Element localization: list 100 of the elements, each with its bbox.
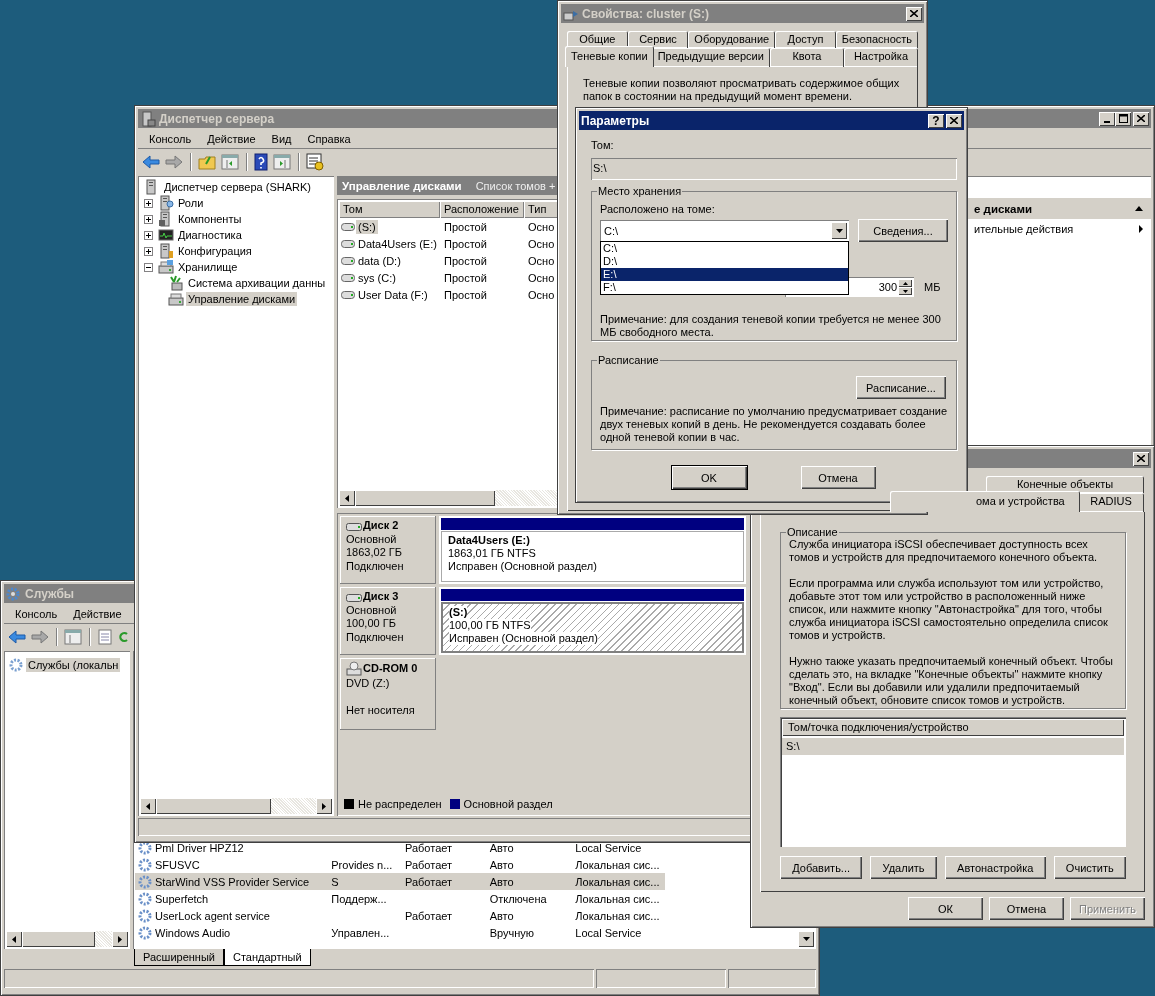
expand-button[interactable] [144,230,153,240]
volume-name[interactable]: (S:) [356,219,378,234]
tab[interactable]: Конечные объекты [986,476,1144,493]
table-cell: SFUSVC [155,858,200,871]
tab[interactable]: Стандартный [224,949,311,966]
scroll-right-button[interactable] [316,798,332,814]
volume-combobox[interactable]: C:\ [600,220,849,241]
menu-item[interactable]: Действие [65,605,130,622]
close-button[interactable] [1133,451,1149,466]
list-row[interactable]: S:\ [782,738,1124,755]
service-row[interactable]: UserLock agent service Работает Авто Локальная сис... [135,907,665,924]
dropdown-option[interactable]: D:\ [601,255,848,268]
tree-item[interactable]: Диагностика [176,228,244,242]
action-item[interactable]: ительные действия [962,219,1151,239]
tab[interactable]: Оборудование [688,31,776,48]
schedule-button[interactable]: Расписание... [856,376,946,399]
volume-name[interactable]: sys (C:) [356,270,398,285]
arrow-right-icon [118,935,122,943]
details-button[interactable]: Сведения... [858,219,948,242]
tab[interactable]: Безопасность [835,31,918,48]
action-button[interactable]: Автонастройка [944,856,1046,879]
service-row[interactable]: Superfetch Поддерж... Отключена Локальная сис... [135,890,665,907]
scroll-down-button[interactable] [798,931,814,947]
close-button[interactable] [946,113,962,128]
expand-button[interactable] [144,214,153,224]
volume-name[interactable]: User Data (F:) [356,287,430,302]
tree-item[interactable]: Конфигурация [176,244,254,258]
collapse-button[interactable] [144,262,153,272]
dialog-button[interactable]: Отмена [800,466,876,489]
action-button[interactable]: Очистить [1053,856,1126,879]
volume-name[interactable]: Data4Users (E:) [356,236,439,251]
scroll-thumb[interactable] [156,798,272,814]
drive-icon [341,256,355,265]
action-button[interactable]: Добавить... [780,856,863,879]
expand-button[interactable] [144,246,153,256]
column-header[interactable]: Том/точка подключения/устройство [782,719,1124,736]
back-icon[interactable] [8,629,26,644]
table-cell: Авто [489,909,514,922]
scroll-thumb[interactable] [22,931,96,947]
scroll-right-button[interactable] [112,931,128,947]
tree-item[interactable]: Система архивации данны [186,276,328,290]
back-icon[interactable] [142,154,160,169]
disk-label-panel[interactable]: Диск 2 Основной 1863,02 ГБ Подключен [340,516,436,584]
scroll-thumb[interactable] [355,490,495,506]
maximize-button[interactable] [1115,111,1131,126]
horizontal-scrollbar[interactable] [140,798,332,814]
menu-item[interactable]: Консоль [7,605,66,622]
dialog-button[interactable]: OK [671,466,747,489]
service-row[interactable]: Pml Driver HPZ12 Работает Авто Local Service [135,839,665,856]
tab[interactable]: Расширенный [134,949,224,966]
tab[interactable]: Доступ [775,31,836,48]
tab[interactable]: Предыдущие версии [651,48,770,67]
tree-item[interactable]: Хранилище [176,260,240,274]
close-button[interactable] [906,6,922,21]
tab[interactable]: Сервис [627,31,689,48]
arrow-down-icon[interactable] [902,289,908,293]
tab[interactable]: Теневые копии [565,46,654,67]
arrow-up-icon[interactable] [902,281,908,285]
volume-name[interactable]: data (D:) [356,253,403,268]
tab[interactable]: Настройка [843,48,918,67]
expand-button[interactable] [144,198,153,208]
tree-item[interactable]: Диспетчер сервера (SHARK) [162,180,313,194]
horizontal-scrollbar[interactable] [6,931,128,947]
scroll-left-button[interactable] [140,798,156,814]
dialog-button[interactable]: ОК [908,897,983,920]
disk-label-panel[interactable]: CD-ROM 0 DVD (Z:) Нет носителя [340,658,436,730]
dialog-button[interactable]: Отмена [989,897,1064,920]
scroll-left-button[interactable] [6,931,22,947]
table-cell-text: Простой [443,237,488,250]
menu-item[interactable]: Вид [263,130,300,147]
checklist-icon[interactable] [306,152,324,171]
tree-item[interactable]: Управление дисками [186,292,298,306]
tree-item[interactable]: Службы (локальн [26,658,121,672]
action-button[interactable]: Удалить [870,856,937,879]
column-header[interactable]: Расположение [440,201,524,218]
service-row[interactable]: Windows Audio Управлен... Вручную Local Service [135,924,665,941]
service-row[interactable]: StarWind VSS Provider Service S Работает Авто Локальная сис... [135,873,665,890]
dropdown-option[interactable]: E:\ [601,268,848,281]
disk-label-panel[interactable]: Диск 3 Основной 100,00 ГБ Подключен [340,587,436,655]
disk-info: Нет носителя [346,703,416,717]
minimize-button[interactable] [1099,111,1115,126]
minimize-icon [1104,120,1110,123]
column-header[interactable]: Том [339,201,440,218]
dropdown-option[interactable]: C:\ [601,242,848,255]
partition[interactable]: Data4Users (E:) 1863,01 ГБ NTFS Исправен (Основной раздел) [441,531,744,582]
partition[interactable]: (S:) 100,00 ГБ NTFS Исправен (Основной раздел) [441,602,744,653]
service-row[interactable]: SFUSVC Provides n... Работает Авто Локальная сис... [135,856,665,873]
tree-item[interactable]: Роли [176,196,206,210]
menu-item[interactable]: Справка [299,130,359,147]
tab[interactable]: ома и устройства [890,491,1080,512]
tab[interactable]: Квота [769,48,844,67]
menu-item[interactable]: Консоль [141,130,200,147]
close-button[interactable] [1133,111,1149,126]
menu-item[interactable]: Действие [199,130,264,147]
scroll-left-button[interactable] [339,490,355,506]
help-button[interactable]: ? [928,113,944,128]
table-cell: UserLock agent service [155,909,270,922]
tab[interactable]: RADIUS [1078,493,1144,512]
help-icon[interactable] [254,152,268,171]
tree-item[interactable]: Компоненты [176,212,244,226]
